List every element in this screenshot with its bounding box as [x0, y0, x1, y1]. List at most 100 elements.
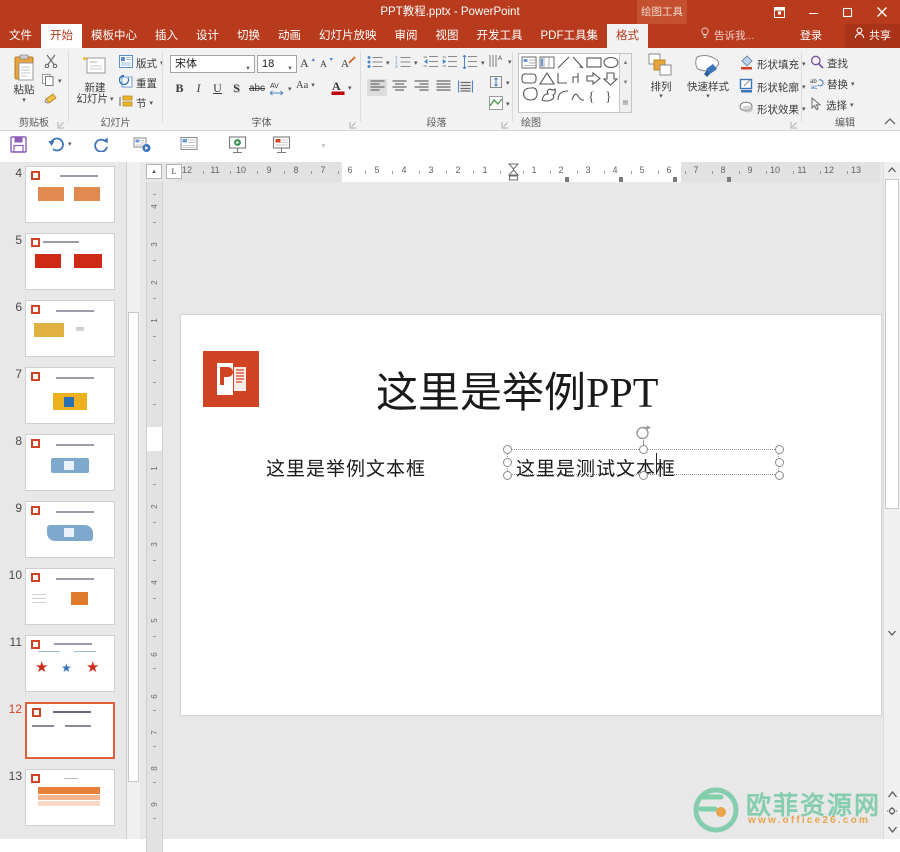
- shapes-gallery[interactable]: { } ▲ ▼ ▤: [518, 53, 632, 113]
- slideshow-current-button[interactable]: [272, 136, 291, 154]
- indent-marker-icon[interactable]: [507, 163, 520, 184]
- arrange-button[interactable]: 排列 ▾: [641, 53, 681, 100]
- shapes-scroll-up-icon[interactable]: ▲: [620, 54, 631, 72]
- selected-textbox-group[interactable]: 这里是测试文本框: [503, 425, 784, 480]
- thumbnail-slide[interactable]: [25, 568, 115, 625]
- tab-animations[interactable]: 动画: [269, 24, 310, 48]
- decrease-font-size-button[interactable]: A: [318, 55, 336, 73]
- font-dialog-launcher[interactable]: [349, 120, 357, 129]
- thumbnail-item-5[interactable]: 5: [0, 233, 126, 296]
- thumbnail-item-7[interactable]: 7: [0, 367, 126, 430]
- thumbnail-item-9[interactable]: 9: [0, 501, 126, 564]
- thumbnail-item-8[interactable]: 8: [0, 434, 126, 497]
- underline-button[interactable]: U: [209, 79, 226, 97]
- thumbnail-slide[interactable]: [25, 367, 115, 424]
- thumbnail-item-4[interactable]: 4: [0, 166, 126, 229]
- undo-button[interactable]: ▾: [48, 136, 72, 152]
- tab-stop-marker[interactable]: [673, 177, 677, 182]
- slide-title-text[interactable]: 这里是举例PPT: [376, 359, 658, 420]
- ribbon-display-options-button[interactable]: [762, 0, 796, 24]
- tab-template[interactable]: 模板中心: [82, 24, 146, 48]
- numbering-button[interactable]: 123 ▾: [395, 55, 418, 72]
- slide-thumbnail-pane[interactable]: 4 5 6 7 8 9 10 11 ★ ★ ★ 12 13: [0, 162, 127, 839]
- font-size-combo[interactable]: 18 ▼: [257, 55, 297, 73]
- section-button[interactable]: 节 ▾: [119, 95, 153, 111]
- arrange-chevron-down-icon[interactable]: ▾: [659, 93, 663, 100]
- tab-insert[interactable]: 插入: [146, 24, 187, 48]
- redo-button[interactable]: [92, 136, 109, 152]
- resize-handle-top-left[interactable]: [503, 445, 512, 454]
- italic-button[interactable]: I: [190, 79, 207, 97]
- scroll-thumb[interactable]: [885, 179, 899, 509]
- tab-design[interactable]: 设计: [187, 24, 228, 48]
- font-color-button[interactable]: A ▾: [331, 78, 352, 99]
- collapse-ribbon-button[interactable]: [884, 117, 896, 128]
- thumbnail-item-13[interactable]: 13: [0, 769, 126, 832]
- scroll-up-icon[interactable]: [884, 162, 900, 178]
- close-button[interactable]: [864, 0, 900, 24]
- scroll-down-icon[interactable]: [884, 625, 900, 641]
- thumbnail-slide[interactable]: [25, 434, 115, 491]
- select-chevron-down-icon[interactable]: ▾: [850, 102, 854, 109]
- font-size-chevron-down-icon[interactable]: ▼: [287, 61, 293, 77]
- slide-textbox-left[interactable]: 这里是举例文本框: [266, 454, 426, 481]
- thumbnail-item-6[interactable]: 6: [0, 300, 126, 363]
- thumbnail-pane-scroll-thumb[interactable]: [128, 312, 139, 782]
- thumbnail-slide[interactable]: [25, 166, 115, 223]
- align-left-button[interactable]: [367, 79, 387, 96]
- align-center-button[interactable]: [389, 79, 409, 96]
- share-button[interactable]: 共享: [845, 24, 900, 48]
- minimize-button[interactable]: [796, 0, 830, 24]
- quick-styles-chevron-down-icon[interactable]: ▾: [706, 93, 710, 100]
- shape-outline-button[interactable]: 形状轮廓 ▾: [739, 78, 806, 96]
- tab-review[interactable]: 审阅: [386, 24, 427, 48]
- line-spacing-chevron-down-icon[interactable]: ▾: [481, 60, 485, 67]
- increase-indent-button[interactable]: [441, 55, 459, 70]
- resize-handle-bottom-left[interactable]: [503, 471, 512, 480]
- clear-formatting-button[interactable]: A: [340, 55, 358, 73]
- layout-button[interactable]: 版式 ▾: [119, 55, 164, 71]
- sign-in-button[interactable]: 登录: [800, 24, 822, 48]
- thumbnail-slide[interactable]: [25, 300, 115, 357]
- tab-format[interactable]: 格式: [607, 24, 648, 48]
- character-spacing-chevron-down-icon[interactable]: ▾: [288, 86, 292, 93]
- justify-button[interactable]: [433, 79, 453, 96]
- thumbnail-slide[interactable]: [25, 501, 115, 558]
- replace-chevron-down-icon[interactable]: ▾: [851, 81, 855, 88]
- text-direction-chevron-down-icon[interactable]: ▾: [508, 59, 512, 66]
- tab-home[interactable]: 开始: [41, 24, 82, 48]
- tab-selector-icon[interactable]: L: [166, 164, 182, 179]
- line-spacing-button[interactable]: ▾: [462, 54, 485, 72]
- thumbnail-item-12[interactable]: 12: [0, 702, 126, 765]
- new-slide-quick-button[interactable]: [180, 136, 198, 151]
- text-shadow-button[interactable]: S: [228, 79, 245, 97]
- tell-me-box[interactable]: 告诉我...: [700, 24, 754, 48]
- shapes-more-icon[interactable]: ▤: [620, 94, 631, 111]
- shape-fill-button[interactable]: 形状填充 ▾: [739, 55, 806, 73]
- powerpoint-logo-image[interactable]: [203, 351, 259, 407]
- change-case-chevron-down-icon[interactable]: ▾: [311, 82, 315, 89]
- copy-chevron-down-icon[interactable]: ▾: [58, 78, 62, 85]
- save-button[interactable]: [10, 136, 27, 153]
- numbering-chevron-down-icon[interactable]: ▾: [414, 60, 418, 67]
- slide-canvas[interactable]: 这里是举例PPT 这里是举例文本框 这里是测试文本框: [180, 314, 882, 716]
- paragraph-dialog-launcher[interactable]: [501, 120, 509, 129]
- columns-button[interactable]: x: [462, 79, 468, 91]
- clipboard-dialog-launcher[interactable]: [57, 120, 65, 129]
- tab-file[interactable]: 文件: [0, 24, 41, 48]
- tab-developer[interactable]: 开发工具: [468, 24, 532, 48]
- resize-handle-top-center[interactable]: [639, 445, 648, 454]
- quick-styles-button[interactable]: 快速样式 ▾: [684, 53, 732, 100]
- font-family-combo[interactable]: 宋体 ▼: [170, 55, 255, 73]
- tab-stop-marker[interactable]: [565, 177, 569, 182]
- cut-button[interactable]: [41, 54, 61, 70]
- smartart-chevron-down-icon[interactable]: ▾: [506, 101, 510, 108]
- font-color-chevron-down-icon[interactable]: ▾: [348, 85, 352, 92]
- slideshow-button[interactable]: [228, 136, 247, 154]
- tab-transitions[interactable]: 切换: [228, 24, 269, 48]
- align-text-button[interactable]: ▾: [489, 75, 510, 92]
- resize-handle-middle-right[interactable]: [775, 458, 784, 467]
- paste-chevron-down-icon[interactable]: ▾: [22, 97, 26, 104]
- tab-stop-marker[interactable]: [727, 177, 731, 182]
- replace-button[interactable]: ab ac 替换 ▾: [810, 76, 855, 93]
